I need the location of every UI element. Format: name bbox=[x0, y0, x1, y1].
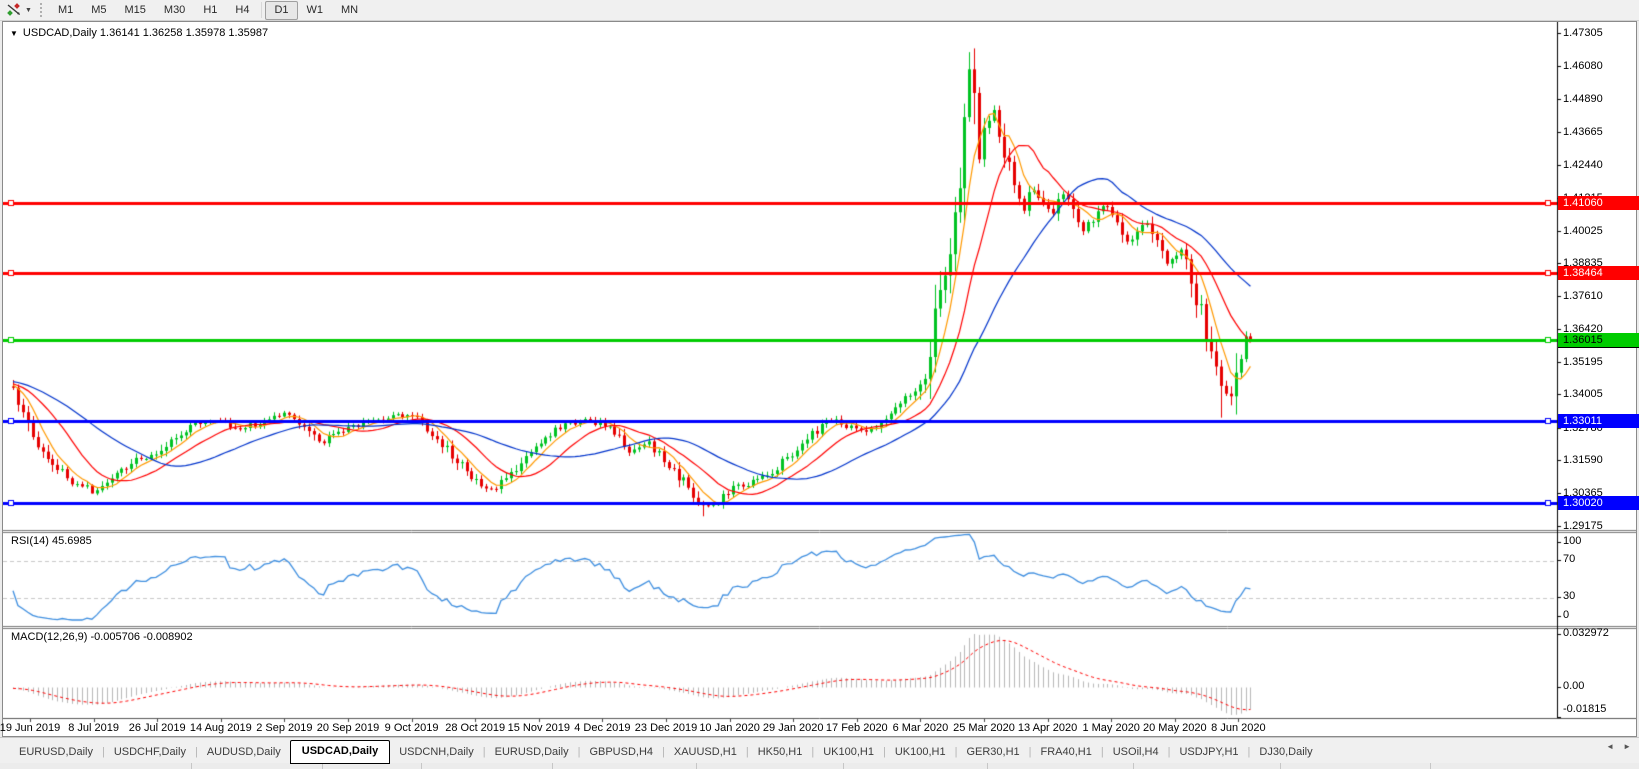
chart-tab-xauusd-h1[interactable]: XAUUSD,H1 bbox=[665, 742, 746, 763]
chart-tab-usdchf-daily[interactable]: USDCHF,Daily bbox=[105, 742, 195, 763]
date-axis-label: 20 Sep 2019 bbox=[316, 722, 380, 734]
timeframe-button-h4[interactable]: H4 bbox=[226, 1, 258, 20]
chart-tab-eurusd-daily[interactable]: EURUSD,Daily bbox=[10, 742, 102, 763]
chart-tab-usdjpy-h1[interactable]: USDJPY,H1 bbox=[1170, 742, 1247, 763]
bottom-strip bbox=[0, 763, 1639, 769]
date-axis-label: 6 Mar 2020 bbox=[892, 722, 949, 734]
timeframe-button-d1[interactable]: D1 bbox=[265, 0, 298, 20]
top-toolbar: ▼ M1 M5 M15 M30 H1 H4 D1 W1 MN bbox=[0, 0, 1639, 21]
date-axis-label: 28 Oct 2019 bbox=[445, 722, 506, 734]
price-axis-tick: 1.34005 bbox=[1563, 388, 1603, 400]
rsi-axis-tick: 70 bbox=[1563, 553, 1576, 565]
chart-canvas[interactable] bbox=[3, 22, 1636, 736]
date-axis-label: 9 Oct 2019 bbox=[384, 722, 439, 734]
chart-tab-ger30-h1[interactable]: GER30,H1 bbox=[957, 742, 1028, 763]
chart-dropdown-icon[interactable]: ▼ bbox=[10, 29, 18, 38]
price-line-chip-1.38464[interactable]: 1.38464 bbox=[1558, 266, 1639, 280]
rsi-axis-tick: 0 bbox=[1563, 609, 1570, 621]
timeframe-button-m30[interactable]: M30 bbox=[155, 1, 194, 20]
macd-axis-tick: 0.032972 bbox=[1563, 627, 1609, 639]
date-axis-label: 2 Sep 2019 bbox=[256, 722, 313, 734]
rsi-indicator-label: RSI(14) 45.6985 bbox=[11, 535, 92, 547]
tab-nav: ◄ ► bbox=[1606, 742, 1631, 751]
chart-tab-uk100-h1[interactable]: UK100,H1 bbox=[814, 742, 883, 763]
price-axis-tick: 1.46080 bbox=[1563, 60, 1603, 72]
chart-title-text: USDCAD,Daily 1.36141 1.36258 1.35978 1.3… bbox=[22, 27, 269, 39]
date-axis-label: 20 May 2020 bbox=[1142, 722, 1207, 734]
timeframe-group-separator bbox=[261, 2, 263, 18]
rsi-axis-tick: 100 bbox=[1563, 535, 1582, 547]
rsi-axis-tick: 30 bbox=[1563, 590, 1576, 602]
chart-style-dropdown-caret[interactable]: ▼ bbox=[25, 7, 32, 14]
chart-tab-audusd-daily[interactable]: AUDUSD,Daily bbox=[198, 742, 290, 763]
chart-tab-gbpusd-h4[interactable]: GBPUSD,H4 bbox=[580, 742, 662, 763]
macd-axis-tick: 0.00 bbox=[1563, 680, 1585, 692]
chart-tab-usdcnh-daily[interactable]: USDCNH,Daily bbox=[390, 742, 483, 763]
price-axis-tick: 1.42440 bbox=[1563, 159, 1603, 171]
chart-title: ▼ USDCAD,Daily 1.36141 1.36258 1.35978 1… bbox=[10, 27, 268, 39]
date-axis-label: 10 Jan 2020 bbox=[699, 722, 760, 734]
date-axis-label: 8 Jun 2020 bbox=[1211, 722, 1266, 734]
chart-tab-bar: EURUSD,Daily | USDCHF,Daily | AUDUSD,Daily US… bbox=[0, 737, 1639, 764]
chart-tab-eurusd-daily[interactable]: EURUSD,Daily bbox=[486, 742, 578, 763]
chart-window-usdcad-daily: ▼ USDCAD,Daily 1.36141 1.36258 1.35978 1… bbox=[0, 21, 1639, 737]
date-axis-label: 1 May 2020 bbox=[1082, 722, 1140, 734]
timeframe-button-h1[interactable]: H1 bbox=[194, 1, 226, 20]
date-axis-label: 14 Aug 2019 bbox=[189, 722, 252, 734]
toolbar-grip[interactable] bbox=[39, 3, 42, 17]
price-axis-tick: 1.29175 bbox=[1563, 520, 1603, 532]
chart-tab-usdcad-daily[interactable]: USDCAD,Daily bbox=[289, 740, 391, 764]
timeframe-button-m1[interactable]: M1 bbox=[49, 1, 82, 20]
date-axis-label: 29 Jan 2020 bbox=[762, 722, 824, 734]
price-line-chip-1.33011[interactable]: 1.33011 bbox=[1558, 414, 1639, 428]
timeframe-button-w1[interactable]: W1 bbox=[298, 1, 333, 20]
macd-indicator-label: MACD(12,26,9) -0.005706 -0.008902 bbox=[11, 631, 193, 643]
timeframe-button-m5[interactable]: M5 bbox=[82, 1, 115, 20]
date-axis-label: 23 Dec 2019 bbox=[634, 722, 698, 734]
date-axis-label: 13 Apr 2020 bbox=[1017, 722, 1078, 734]
price-axis-tick: 1.35195 bbox=[1563, 356, 1603, 368]
price-axis-tick: 1.47305 bbox=[1563, 27, 1603, 39]
price-axis-tick: 1.44890 bbox=[1563, 93, 1603, 105]
tab-scroll-left-icon[interactable]: ◄ bbox=[1606, 742, 1614, 751]
date-axis-label: 8 Jul 2019 bbox=[68, 722, 119, 734]
date-axis-label: 19 Jun 2019 bbox=[0, 722, 61, 734]
price-line-chip-1.36015[interactable]: 1.36015 bbox=[1558, 333, 1639, 348]
date-axis-label: 25 Mar 2020 bbox=[953, 722, 1015, 734]
chart-style-icon[interactable] bbox=[3, 2, 25, 18]
chart-tab-usoil-h4[interactable]: USOil,H4 bbox=[1104, 742, 1168, 763]
timeframe-button-mn[interactable]: MN bbox=[332, 1, 367, 20]
date-axis-label: 15 Nov 2019 bbox=[507, 722, 570, 734]
date-axis-label: 17 Feb 2020 bbox=[825, 722, 888, 734]
price-line-chip-1.30020[interactable]: 1.30020 bbox=[1558, 496, 1639, 510]
chart-tab-dj30-daily[interactable]: DJ30,Daily bbox=[1250, 742, 1321, 763]
macd-axis-tick: -0.01815 bbox=[1563, 703, 1607, 715]
tab-scroll-right-icon[interactable]: ► bbox=[1623, 742, 1631, 751]
chart-tab-hk50-h1[interactable]: HK50,H1 bbox=[749, 742, 812, 763]
price-axis-tick: 1.31590 bbox=[1563, 454, 1603, 466]
chart-tab-fra40-h1[interactable]: FRA40,H1 bbox=[1032, 742, 1101, 763]
mt4-terminal: { "toolbar": { "chart_tool_icon": "chart… bbox=[0, 0, 1639, 769]
price-axis-tick: 1.37610 bbox=[1563, 290, 1603, 302]
timeframe-button-m15[interactable]: M15 bbox=[116, 1, 155, 20]
price-axis-tick: 1.40025 bbox=[1563, 225, 1603, 237]
price-line-chip-1.41060[interactable]: 1.41060 bbox=[1558, 196, 1639, 210]
date-axis-label: 26 Jul 2019 bbox=[128, 722, 186, 734]
chart-tab-uk100-h1[interactable]: UK100,H1 bbox=[886, 742, 955, 763]
date-axis-label: 4 Dec 2019 bbox=[574, 722, 631, 734]
price-axis-tick: 1.43665 bbox=[1563, 126, 1603, 138]
